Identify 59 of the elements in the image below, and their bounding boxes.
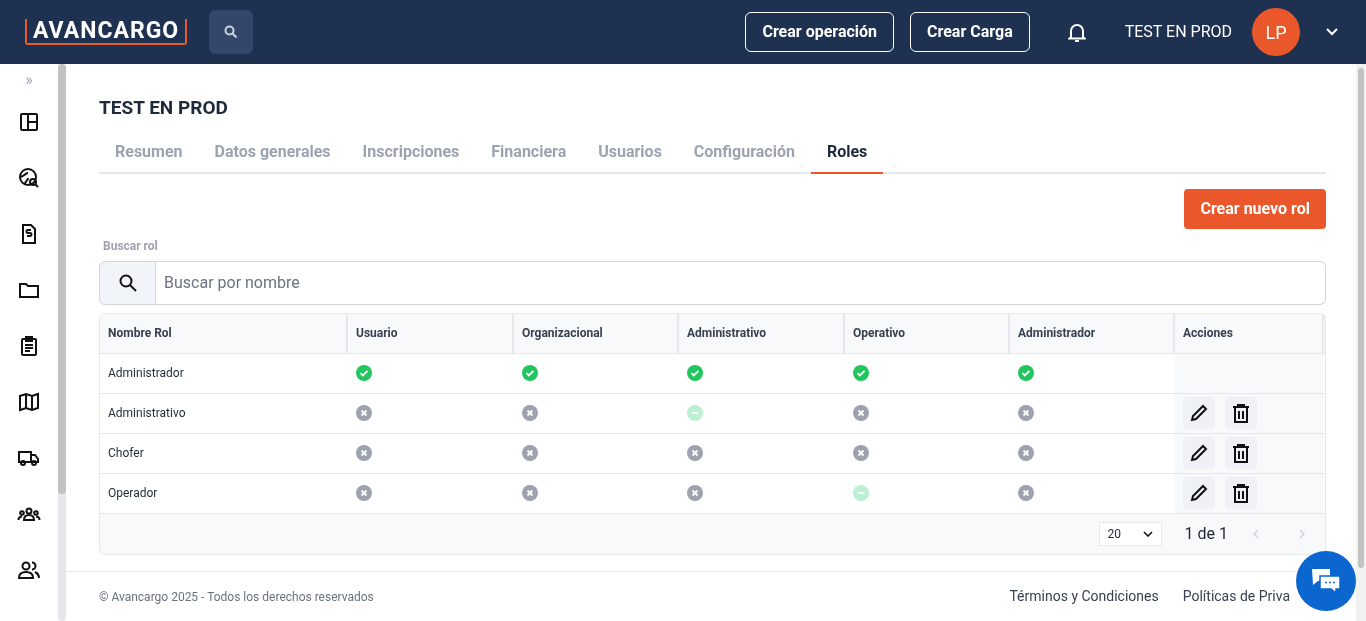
column-header: Administrador: [1010, 313, 1175, 353]
column-header: Nombre Rol: [100, 313, 348, 353]
map-icon[interactable]: [17, 390, 41, 414]
page-size-value: 20: [1107, 525, 1122, 543]
tab[interactable]: Datos generales: [198, 131, 347, 174]
edit-button[interactable]: [1183, 437, 1215, 469]
trash-icon: [1232, 483, 1250, 503]
header-button[interactable]: Crear operación: [745, 12, 895, 52]
search-label: Buscar rol: [103, 237, 159, 255]
pencil-icon: [1189, 443, 1209, 463]
tab[interactable]: Inscripciones: [346, 131, 476, 174]
trash-icon: [1232, 403, 1250, 423]
expand-button[interactable]: »: [25, 72, 33, 88]
column-header: Usuario: [348, 313, 514, 353]
chevron-down-icon[interactable]: [1326, 28, 1338, 36]
page-size-select[interactable]: 20: [1098, 521, 1162, 546]
delete-button[interactable]: [1225, 397, 1257, 429]
edit-button[interactable]: [1183, 397, 1215, 429]
pencil-icon: [1189, 483, 1209, 503]
trash-icon: [1232, 443, 1250, 463]
chat-button[interactable]: [1296, 551, 1356, 611]
globe-search-icon[interactable]: [17, 166, 41, 190]
delete-button[interactable]: [1225, 437, 1257, 469]
search-button[interactable]: [209, 10, 254, 54]
sidebar-scrollbar[interactable]: [58, 64, 66, 621]
table-cell-text: Operador: [107, 485, 159, 502]
page-scrollbar[interactable]: [1356, 64, 1366, 621]
footer-link[interactable]: Políticas de Priva: [1182, 586, 1290, 607]
edit-button[interactable]: [1183, 477, 1215, 509]
column-header: Acciones: [1175, 313, 1324, 353]
column-header: Operativo: [845, 313, 1010, 353]
table-cell-text: Administrativo: [107, 405, 187, 422]
search-field[interactable]: Buscar por nombre: [156, 260, 1326, 305]
copyright: © Avancargo 2025 - Todos los derechos reservados: [99, 588, 374, 606]
tab[interactable]: Usuarios: [582, 131, 678, 174]
table-cell-text: Administrador: [107, 365, 185, 382]
delete-button[interactable]: [1225, 477, 1257, 509]
tab[interactable]: Configuración: [677, 131, 811, 174]
header-button[interactable]: Crear Carga: [910, 12, 1030, 52]
logo[interactable]: AVANCARGO: [25, 19, 188, 45]
layout-icon[interactable]: [17, 110, 41, 134]
create-role-button[interactable]: Crear nuevo rol: [1184, 188, 1326, 229]
table-cell-text: Chofer: [107, 445, 145, 462]
tab[interactable]: Financiera: [475, 131, 583, 174]
tab[interactable]: Resumen: [99, 131, 199, 174]
search-icon: [118, 273, 137, 292]
column-header: Administrativo: [679, 313, 845, 353]
search-icon: [224, 25, 239, 39]
page-title: TEST EN PROD: [99, 95, 229, 121]
footer-link[interactable]: Términos y Condiciones: [1009, 586, 1159, 607]
user-avatar[interactable]: LP: [1252, 8, 1300, 56]
chat-bubbles-icon: [1310, 567, 1342, 595]
tab[interactable]: Roles: [810, 131, 884, 174]
bell-icon[interactable]: [1067, 22, 1086, 42]
column-header: Organizacional: [514, 313, 679, 353]
page-info: 1 de 1: [1184, 522, 1228, 545]
pencil-icon: [1189, 403, 1209, 423]
chevron-down-icon: [1142, 530, 1153, 537]
user-name: TEST EN PROD: [1124, 21, 1232, 43]
